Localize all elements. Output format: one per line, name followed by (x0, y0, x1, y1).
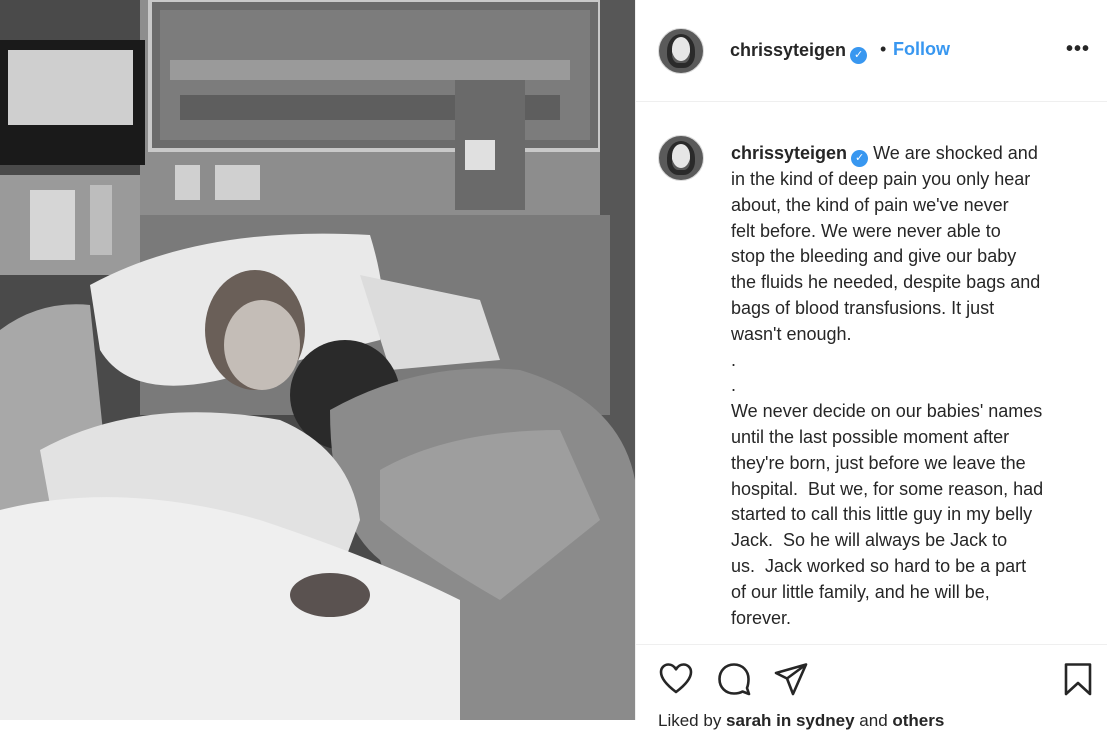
post-photo-image (0, 0, 635, 720)
more-options-icon[interactable]: ••• (1066, 38, 1090, 61)
comments-area[interactable]: chrissyteigen ✓ We are shocked and in the… (636, 103, 1107, 644)
action-bar: Liked by sarah in sydney and others (636, 644, 1107, 730)
verified-badge-icon: ✓ (851, 150, 869, 167)
liked-prefix: Liked by (658, 711, 727, 730)
liked-others[interactable]: others (892, 711, 944, 730)
verified-badge-icon: ✓ (850, 47, 868, 64)
username-text[interactable]: chrissyteigen (730, 40, 846, 60)
post-side-panel: chrissyteigen ✓ • Follow ••• chrissyteige… (635, 0, 1107, 730)
caption-avatar[interactable] (658, 135, 704, 181)
share-icon[interactable] (773, 661, 809, 697)
liked-by-text[interactable]: Liked by sarah in sydney and others (658, 711, 944, 731)
post-header: chrissyteigen ✓ • Follow ••• (636, 0, 1107, 102)
avatar[interactable] (658, 28, 704, 74)
liked-user[interactable]: sarah in sydney (726, 711, 855, 730)
liked-and: and (854, 711, 893, 730)
header-username[interactable]: chrissyteigen ✓ (730, 40, 868, 64)
comment-icon[interactable] (716, 661, 752, 697)
caption-username[interactable]: chrissyteigen (731, 143, 847, 163)
post-caption: chrissyteigen ✓ We are shocked and in the… (731, 141, 1081, 631)
caption-text: We are shocked and in the kind of deep p… (731, 143, 1044, 628)
bookmark-icon[interactable] (1060, 661, 1096, 697)
post-photo[interactable] (0, 0, 635, 720)
separator-dot: • (880, 39, 887, 59)
follow-button[interactable]: Follow (893, 39, 950, 60)
heart-icon[interactable] (658, 661, 694, 697)
